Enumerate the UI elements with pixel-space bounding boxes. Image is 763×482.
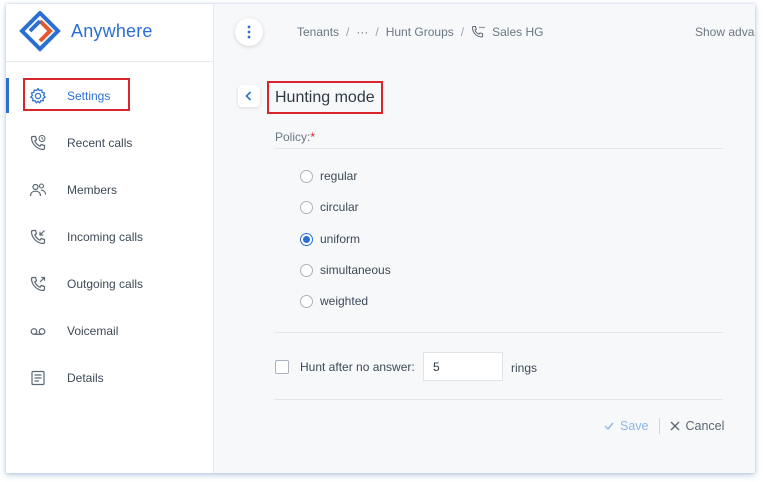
- phone-clock-icon: [30, 134, 46, 150]
- voicemail-icon: [30, 327, 46, 335]
- breadcrumb-tenants[interactable]: Tenants: [297, 25, 339, 39]
- policy-label-text: Policy:: [275, 130, 311, 144]
- sidebar-item-label: Outgoing calls: [67, 276, 144, 291]
- cancel-label: Cancel: [685, 419, 725, 433]
- phone-outgoing-icon: [30, 276, 46, 291]
- radio-button-selected[interactable]: [300, 232, 313, 246]
- breadcrumb-sales-hg[interactable]: Sales HG: [492, 25, 543, 39]
- breadcrumb-separator: /: [375, 25, 379, 39]
- app-window: Anywhere Settings Recent calls Members I…: [6, 4, 755, 473]
- sidebar-item-label: Details: [67, 370, 104, 385]
- settings-highlight-box: [23, 78, 130, 111]
- details-icon: [31, 370, 45, 385]
- topbar: Tenants / ··· / Hunt Groups / Sales HG S…: [215, 4, 755, 60]
- divider: [275, 332, 723, 333]
- radio-button[interactable]: [300, 169, 313, 183]
- sidebar-item-details[interactable]: Details: [6, 354, 214, 401]
- sidebar-item-label: Voicemail: [67, 323, 119, 338]
- radio-button[interactable]: [300, 294, 313, 308]
- breadcrumb-separator: /: [460, 25, 465, 39]
- hunt-after-no-answer-label: Hunt after no answer:: [300, 360, 415, 374]
- hunt-after-no-answer-checkbox[interactable]: [275, 360, 289, 374]
- sidebar-item-voicemail[interactable]: Voicemail: [6, 307, 214, 354]
- save-button[interactable]: Save: [604, 419, 649, 433]
- brand: Anywhere: [6, 4, 214, 62]
- required-marker: *: [310, 130, 316, 144]
- breadcrumb-hunt-groups[interactable]: Hunt Groups: [386, 25, 454, 39]
- rings-label: rings: [511, 361, 538, 375]
- sidebar-item-settings[interactable]: Settings: [6, 72, 214, 119]
- radio-label: weighted: [320, 294, 369, 308]
- check-icon: [604, 422, 614, 430]
- cancel-button[interactable]: Cancel: [670, 419, 725, 433]
- close-icon: [670, 421, 679, 431]
- breadcrumb-ellipsis[interactable]: ···: [356, 25, 368, 39]
- radio-label: regular: [320, 169, 358, 183]
- sidebar-item-recent-calls[interactable]: Recent calls: [6, 119, 214, 166]
- action-divider: [658, 418, 660, 434]
- radio-label: simultaneous: [320, 263, 391, 277]
- sidebar-item-label: Members: [67, 182, 118, 197]
- radio-policy-uniform[interactable]: uniform: [300, 230, 360, 248]
- breadcrumb-separator: /: [346, 25, 350, 39]
- divider: [275, 148, 723, 149]
- radio-button[interactable]: [300, 200, 313, 214]
- anywhere-logo-icon: [19, 11, 61, 52]
- vertical-dots-icon: [247, 25, 251, 39]
- title-highlight-box: [267, 81, 383, 114]
- policy-label: Policy:*: [275, 130, 315, 144]
- hunt-after-no-answer-row: Hunt after no answer: rings: [275, 352, 575, 382]
- app-name: Anywhere: [71, 21, 153, 41]
- radio-label: circular: [320, 200, 359, 214]
- hunt-group-phone-icon: [472, 26, 485, 38]
- sidebar-item-incoming-calls[interactable]: Incoming calls: [6, 213, 214, 260]
- sidebar-item-members[interactable]: Members: [6, 166, 214, 213]
- radio-policy-simultaneous[interactable]: simultaneous: [300, 261, 391, 279]
- radio-label: uniform: [320, 232, 361, 246]
- breadcrumb: Tenants / ··· / Hunt Groups / Sales HG: [297, 25, 543, 39]
- sidebar: Anywhere Settings Recent calls Members I…: [6, 4, 214, 473]
- show-advanced-link[interactable]: Show advan: [695, 25, 755, 39]
- more-menu-button[interactable]: [235, 18, 263, 46]
- rings-input[interactable]: [423, 352, 503, 381]
- save-label: Save: [620, 419, 649, 433]
- sidebar-item-label: Recent calls: [67, 135, 133, 150]
- radio-button[interactable]: [300, 263, 313, 277]
- back-button[interactable]: [238, 85, 260, 107]
- radio-policy-regular[interactable]: regular: [300, 167, 357, 185]
- sidebar-nav: Settings Recent calls Members Incoming c…: [6, 72, 214, 401]
- phone-incoming-icon: [30, 229, 46, 244]
- radio-policy-circular[interactable]: circular: [300, 198, 359, 216]
- divider: [275, 399, 723, 400]
- sidebar-item-outgoing-calls[interactable]: Outgoing calls: [6, 260, 214, 307]
- sidebar-item-label: Incoming calls: [67, 229, 144, 244]
- chevron-left-icon: [245, 91, 252, 101]
- form-actions: Save Cancel: [604, 417, 724, 435]
- members-icon: [29, 182, 47, 196]
- radio-policy-weighted[interactable]: weighted: [300, 292, 368, 310]
